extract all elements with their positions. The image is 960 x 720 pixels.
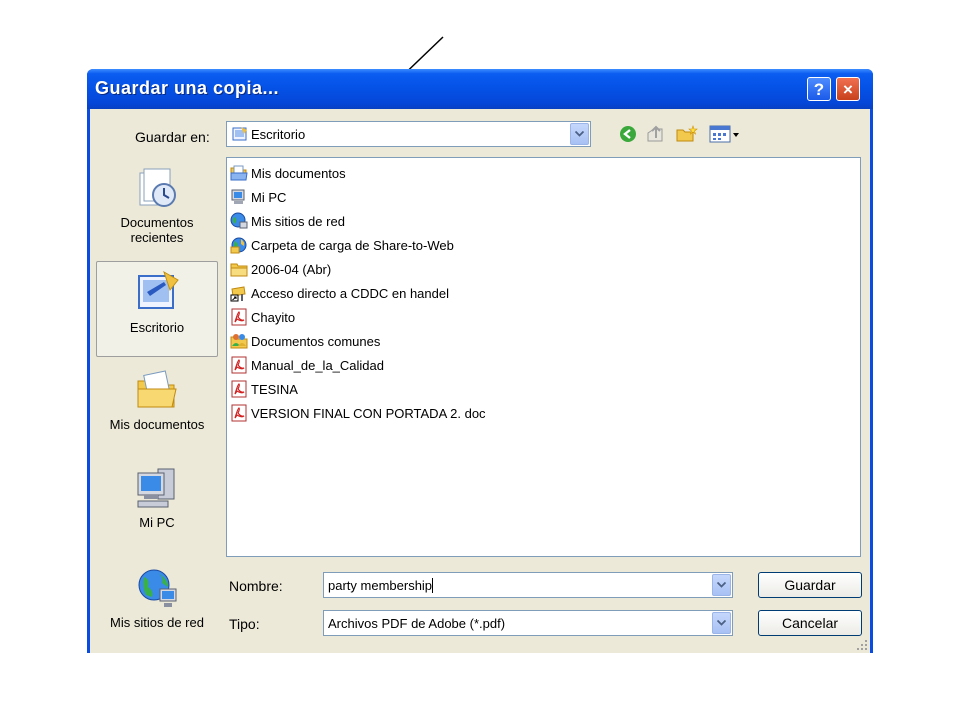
my-documents-folder-icon xyxy=(230,165,248,181)
place-network-places-label: Mis sitios de red xyxy=(110,615,204,630)
place-my-computer[interactable]: Mi PC xyxy=(96,465,218,530)
desktop-icon xyxy=(232,127,247,141)
back-button[interactable] xyxy=(617,123,639,145)
filetype-dropdown-button[interactable] xyxy=(712,612,731,634)
filename-combobox[interactable]: party membership xyxy=(323,572,733,598)
my-documents-icon xyxy=(137,370,177,408)
save-in-dropdown-button[interactable] xyxy=(570,123,589,145)
pdf-file-icon xyxy=(231,308,247,326)
list-item[interactable]: Manual_de_la_Calidad xyxy=(230,354,384,376)
chevron-down-icon xyxy=(717,620,726,626)
save-copy-dialog: Guardar una copia... ? × Guardar en: Esc… xyxy=(87,69,873,653)
view-menu-button[interactable] xyxy=(708,123,742,145)
up-folder-button[interactable] xyxy=(645,123,667,145)
list-item[interactable]: Acceso directo a CDDC en handel xyxy=(230,282,449,304)
filetype-value: Archivos PDF de Adobe (*.pdf) xyxy=(328,616,506,631)
place-recent-documents-label: Documentos recientes xyxy=(120,215,194,245)
back-icon xyxy=(620,126,636,142)
save-in-combobox[interactable]: Escritorio xyxy=(226,121,591,147)
file-name: Documentos comunes xyxy=(251,333,381,349)
list-item[interactable]: Mis sitios de red xyxy=(230,210,345,232)
file-name: Manual_de_la_Calidad xyxy=(251,357,384,373)
desktop-icon xyxy=(138,270,179,309)
file-name: Mi PC xyxy=(251,189,287,205)
file-name: Chayito xyxy=(251,309,296,325)
save-in-label: Guardar en: xyxy=(135,129,210,145)
file-name: Acceso directo a CDDC en handel xyxy=(251,285,449,301)
resize-grip-icon[interactable] xyxy=(856,639,868,651)
new-folder-button[interactable] xyxy=(675,123,699,145)
list-item[interactable]: Chayito xyxy=(230,306,295,328)
save-in-value: Escritorio xyxy=(251,127,306,142)
my-computer-icon xyxy=(137,468,175,508)
title-bar[interactable]: Guardar una copia... ? × xyxy=(87,69,873,109)
pdf-file-icon xyxy=(231,404,247,422)
list-item[interactable]: TESINA xyxy=(230,378,298,400)
place-desktop-label: Escritorio xyxy=(129,320,185,335)
pdf-file-icon xyxy=(231,380,247,398)
shared-documents-icon xyxy=(230,334,248,349)
place-network-places[interactable]: Mis sitios de red xyxy=(96,565,218,630)
dialog-title: Guardar una copia... xyxy=(95,78,280,98)
web-folder-icon xyxy=(230,237,247,254)
save-button[interactable]: Guardar xyxy=(758,572,862,598)
network-places-icon xyxy=(138,569,177,607)
place-my-documents[interactable]: Mis documentos xyxy=(96,367,218,432)
file-name: Carpeta de carga de Share-to-Web xyxy=(251,237,454,253)
file-name: Mis documentos xyxy=(251,165,346,181)
place-my-documents-label: Mis documentos xyxy=(109,417,205,432)
chevron-down-icon xyxy=(575,131,584,137)
place-my-computer-label: Mi PC xyxy=(139,515,175,530)
place-desktop[interactable]: Escritorio xyxy=(96,261,218,357)
places-bar: Documentos recientes Escritorio Mis docu… xyxy=(96,157,218,647)
place-recent-documents[interactable]: Documentos recientes xyxy=(96,165,218,245)
file-name: VERSION FINAL CON PORTADA 2. doc xyxy=(251,405,486,421)
list-item[interactable]: Mis documentos xyxy=(230,162,346,184)
filetype-label: Tipo: xyxy=(229,616,260,632)
list-item[interactable]: Documentos comunes xyxy=(230,330,380,352)
list-item[interactable]: Mi PC xyxy=(230,186,286,208)
filename-input[interactable]: party membership xyxy=(328,578,434,593)
dialog-body: Guardar en: Escritorio Documentos recien… xyxy=(90,109,870,653)
list-item[interactable]: Carpeta de carga de Share-to-Web xyxy=(230,234,454,256)
recent-documents-icon xyxy=(139,168,176,207)
new-folder-icon xyxy=(676,125,698,142)
file-list[interactable]: Mis documentos Mi PC Mis sitios de red C… xyxy=(226,157,861,557)
list-item[interactable]: 2006-04 (Abr) xyxy=(230,258,331,280)
file-name: 2006-04 (Abr) xyxy=(251,261,332,277)
pdf-file-icon xyxy=(231,356,247,374)
my-computer-icon xyxy=(231,189,245,204)
filename-value: party membership xyxy=(328,578,433,593)
filename-label: Nombre: xyxy=(229,578,283,594)
close-button[interactable]: × xyxy=(836,77,860,101)
view-menu-icon xyxy=(709,125,739,143)
help-button[interactable]: ? xyxy=(807,77,831,101)
network-shortcut-icon xyxy=(230,286,246,302)
list-item[interactable]: VERSION FINAL CON PORTADA 2. doc xyxy=(230,402,486,424)
file-name: TESINA xyxy=(251,381,298,397)
folder-icon xyxy=(230,263,248,277)
text-caret xyxy=(432,578,434,593)
filetype-combobox[interactable]: Archivos PDF de Adobe (*.pdf) xyxy=(323,610,733,636)
cancel-button[interactable]: Cancelar xyxy=(758,610,862,636)
network-places-icon xyxy=(230,212,248,229)
filename-dropdown-button[interactable] xyxy=(712,574,731,596)
chevron-down-icon xyxy=(717,582,726,588)
up-folder-icon xyxy=(647,125,663,142)
file-name: Mis sitios de red xyxy=(251,213,345,229)
